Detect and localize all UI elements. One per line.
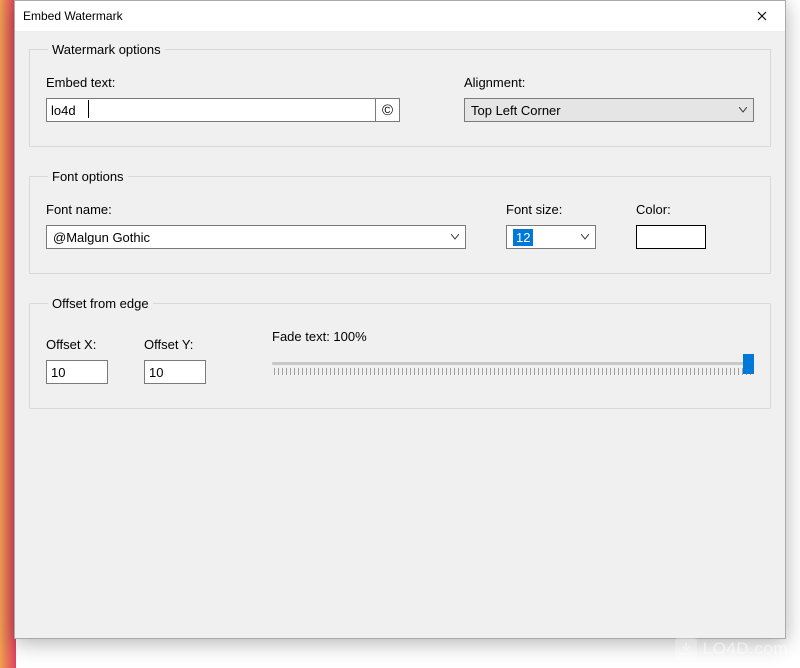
embed-watermark-dialog: Embed Watermark Watermark options Embed … xyxy=(14,0,786,639)
font-name-select[interactable]: @Malgun Gothic xyxy=(46,225,466,249)
font-options-group: Font options Font name: @Malgun Gothic F… xyxy=(29,169,771,274)
color-picker[interactable] xyxy=(636,225,706,249)
chevron-down-icon xyxy=(581,234,589,240)
text-caret xyxy=(88,100,89,118)
titlebar: Embed Watermark xyxy=(15,1,785,32)
offset-legend: Offset from edge xyxy=(48,296,153,311)
copyright-button[interactable]: © xyxy=(376,98,400,122)
site-watermark: LO4D.com xyxy=(675,638,788,660)
alignment-value: Top Left Corner xyxy=(471,103,561,118)
slider-ticks xyxy=(274,368,752,375)
font-size-select[interactable]: 12 xyxy=(506,225,596,249)
offset-y-input[interactable] xyxy=(144,360,206,384)
watermark-options-group: Watermark options Embed text: © xyxy=(29,42,771,147)
font-name-label: Font name: xyxy=(46,202,466,217)
fade-text-label: Fade text: 100% xyxy=(272,329,754,344)
dialog-client-area: Watermark options Embed text: © xyxy=(15,32,785,638)
copyright-icon: © xyxy=(382,102,393,119)
window-title: Embed Watermark xyxy=(23,9,739,23)
font-options-legend: Font options xyxy=(48,169,128,184)
chevron-down-icon xyxy=(451,234,459,240)
alignment-label: Alignment: xyxy=(464,75,754,90)
chevron-down-icon xyxy=(739,107,747,113)
fade-slider[interactable] xyxy=(272,352,754,384)
download-icon xyxy=(675,638,697,660)
site-watermark-text: LO4D.com xyxy=(703,639,788,659)
slider-thumb[interactable] xyxy=(743,354,754,374)
font-name-value: @Malgun Gothic xyxy=(53,230,150,245)
offset-x-label: Offset X: xyxy=(46,337,108,352)
alignment-select[interactable]: Top Left Corner xyxy=(464,98,754,122)
offset-group: Offset from edge Offset X: Offset Y: Fad… xyxy=(29,296,771,409)
embed-text-label: Embed text: xyxy=(46,75,400,90)
offset-x-input[interactable] xyxy=(46,360,108,384)
offset-y-label: Offset Y: xyxy=(144,337,206,352)
close-icon xyxy=(757,11,767,21)
close-button[interactable] xyxy=(739,1,785,32)
slider-rail xyxy=(272,362,754,365)
font-size-value: 12 xyxy=(513,229,533,246)
watermark-options-legend: Watermark options xyxy=(48,42,165,57)
color-label: Color: xyxy=(636,202,706,217)
embed-text-input[interactable] xyxy=(46,98,376,122)
font-size-label: Font size: xyxy=(506,202,596,217)
